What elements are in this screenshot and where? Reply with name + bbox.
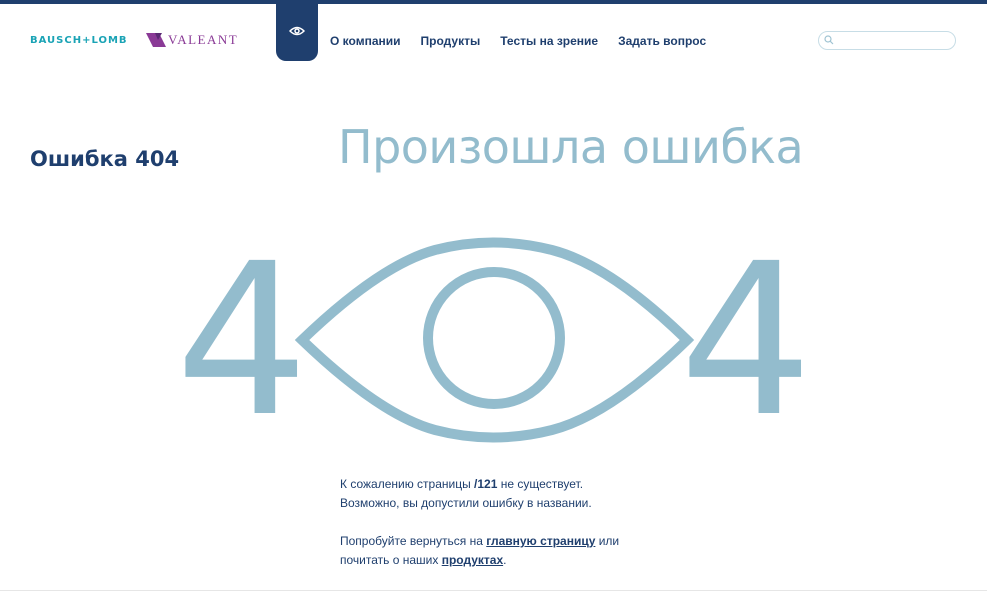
valeant-logo-text: VALEANT (168, 32, 239, 47)
top-accent-bar (0, 0, 987, 4)
error-code-heading: Ошибка 404 (30, 147, 180, 171)
nav-item-about[interactable]: О компании (330, 34, 401, 48)
bottom-divider (0, 590, 987, 591)
search-input[interactable] (837, 33, 951, 49)
search-field[interactable] (818, 31, 956, 50)
message-line-1: К сожалению страницы /121 не существует. (340, 477, 584, 491)
message-line-2: Возможно, вы допустили ошибку в названии… (340, 496, 592, 510)
valeant-mark-icon (146, 33, 166, 47)
home-page-link[interactable]: главную страницу (486, 534, 595, 548)
search-icon (824, 35, 834, 45)
bausch-lomb-logo[interactable]: BAUSCH+LOMB (30, 35, 128, 46)
eye-home-tab[interactable] (276, 0, 318, 61)
nav-item-vision-tests[interactable]: Тесты на зрение (500, 34, 598, 48)
error-message: К сожалению страницы /121 не существует.… (340, 475, 619, 570)
nav-item-ask-question[interactable]: Задать вопрос (618, 34, 706, 48)
main-nav: О компании Продукты Тесты на зрение Зада… (330, 34, 706, 48)
big-digit-left: 4 (180, 230, 309, 445)
message-line-4: почитать о наших продуктах. (340, 553, 507, 567)
big-digit-right: 4 (679, 230, 810, 445)
missing-path: /121 (474, 477, 498, 491)
page-title: Произошла ошибка (338, 120, 804, 174)
products-link[interactable]: продуктах (442, 553, 503, 567)
valeant-logo[interactable]: VALEANT (146, 32, 238, 48)
eye-iris (423, 267, 565, 409)
message-line-3: Попробуйте вернуться на главную страницу… (340, 534, 620, 548)
eye-icon (289, 26, 305, 35)
404-eye-illustration: 4 4 (180, 230, 810, 445)
nav-item-products[interactable]: Продукты (421, 34, 481, 48)
